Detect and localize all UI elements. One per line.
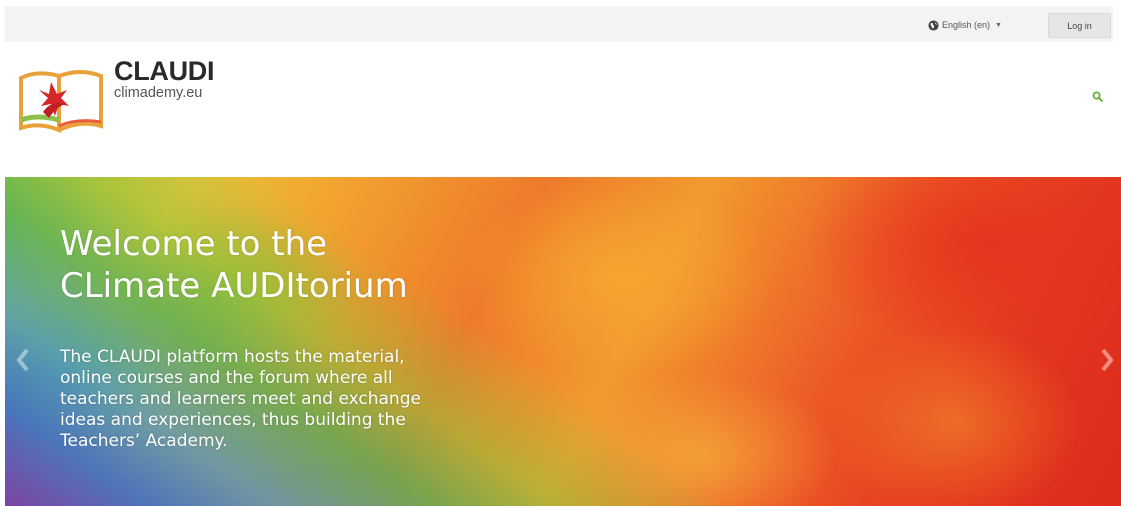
site-url: climademy.eu bbox=[114, 85, 203, 101]
site-logo-link[interactable] bbox=[15, 60, 107, 138]
language-label: English (en) bbox=[942, 20, 991, 30]
site-name-block[interactable]: CLAUDI climademy.eu bbox=[114, 56, 215, 101]
login-button[interactable]: Log in bbox=[1048, 13, 1111, 38]
carousel-prev-button[interactable] bbox=[15, 347, 31, 373]
hero-title-line: Welcome to the bbox=[60, 224, 328, 264]
hero-title: Welcome to the CLimate AUDItorium bbox=[60, 223, 540, 307]
chevron-right-icon bbox=[1101, 348, 1114, 372]
hero-text-line: Teachers’ Academy. bbox=[60, 431, 228, 451]
climademy-logo-icon bbox=[19, 70, 103, 133]
hero-text-line: ideas and experiences, thus building the bbox=[60, 410, 406, 430]
globe-icon bbox=[928, 19, 939, 31]
carousel-slide: Welcome to the CLimate AUDItorium The CL… bbox=[5, 177, 1121, 506]
hero-carousel: Welcome to the CLimate AUDItorium The CL… bbox=[5, 177, 1121, 506]
chevron-left-icon bbox=[16, 348, 29, 372]
hero-description: The CLAUDI platform hosts the material, … bbox=[60, 347, 540, 452]
site-header: CLAUDI climademy.eu bbox=[5, 42, 1113, 177]
hero-text-line: online courses and the forum where all bbox=[60, 368, 393, 388]
hero-text-line: The CLAUDI platform hosts the material, bbox=[60, 347, 405, 367]
language-menu[interactable]: English (en) ▼ bbox=[928, 17, 1002, 33]
search-button[interactable] bbox=[1089, 88, 1105, 104]
top-navbar: English (en) ▼ Log in bbox=[5, 6, 1113, 42]
hero-title-line: CLimate AUDItorium bbox=[60, 266, 408, 306]
hero-text-line: teachers and learners meet and exchange bbox=[60, 389, 421, 409]
site-name: CLAUDI bbox=[114, 56, 215, 86]
caret-down-icon: ▼ bbox=[995, 21, 1002, 29]
search-icon bbox=[1092, 91, 1103, 102]
carousel-next-button[interactable] bbox=[1099, 347, 1115, 373]
